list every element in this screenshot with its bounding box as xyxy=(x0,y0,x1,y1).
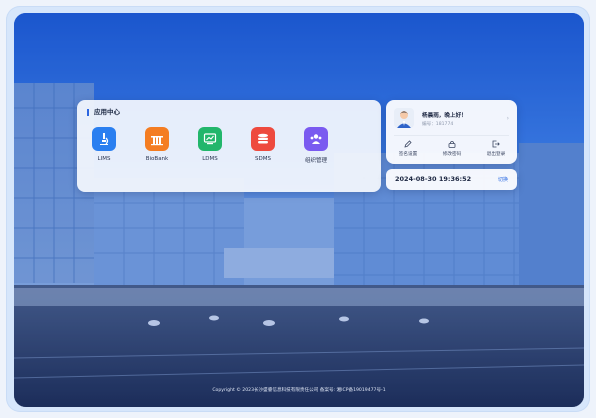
app-biobank[interactable]: BioBank xyxy=(137,127,177,162)
lock-icon xyxy=(432,140,472,148)
avatar[interactable] xyxy=(394,108,414,128)
switch-link[interactable]: 切换 xyxy=(498,176,508,183)
datetime-panel: 2024-08-30 19:36:52 切换 xyxy=(386,169,517,190)
divider xyxy=(394,135,509,136)
action-label: 修改密码 xyxy=(442,152,462,157)
app-center-panel: 应用中心 LIMS BioBank LDMS SDMS 组织管理 xyxy=(77,100,381,192)
app-label: 组织管理 xyxy=(304,158,327,164)
pen-icon xyxy=(388,140,428,148)
app-ldms[interactable]: LDMS xyxy=(190,127,230,162)
app-sdms[interactable]: SDMS xyxy=(243,127,283,162)
user-info-panel: 杨晨雨，晚上好！ 编号：181774 › 签名设置 修改密码 退出登录 xyxy=(386,100,517,164)
app-center-title: 应用中心 xyxy=(87,109,120,116)
app-lims[interactable]: LIMS xyxy=(84,127,124,162)
copyright-footer: Copyright © 2023长沙盛睿信息科技有限责任公司 备案号: 湘ICP… xyxy=(212,388,386,393)
change-password-button[interactable]: 修改密码 xyxy=(432,140,472,157)
app-label: LIMS xyxy=(97,156,111,162)
chart-monitor-icon xyxy=(198,127,222,151)
current-datetime: 2024-08-30 19:36:52 xyxy=(395,175,472,183)
microscope-icon xyxy=(92,127,116,151)
action-label: 签名设置 xyxy=(398,152,418,157)
logout-button[interactable]: 退出登录 xyxy=(476,140,516,157)
test-tubes-icon xyxy=(145,127,169,151)
app-label: SDMS xyxy=(255,156,271,162)
city-background-image xyxy=(14,13,584,407)
app-label: LDMS xyxy=(202,156,218,162)
employee-number: 编号：181774 xyxy=(422,122,454,127)
action-label: 退出登录 xyxy=(486,152,506,157)
user-greeting: 杨晨雨，晚上好！ xyxy=(422,113,467,119)
chevron-right-icon[interactable]: › xyxy=(507,115,509,122)
app-label: BioBank xyxy=(145,156,169,162)
signature-settings-button[interactable]: 签名设置 xyxy=(388,140,428,157)
people-icon xyxy=(304,127,328,151)
app-org-management[interactable]: 组织管理 xyxy=(296,127,336,164)
database-icon xyxy=(251,127,275,151)
portal-screen: 应用中心 LIMS BioBank LDMS SDMS 组织管理 杨晨雨，晚上好… xyxy=(14,13,584,407)
logout-icon xyxy=(476,140,516,148)
